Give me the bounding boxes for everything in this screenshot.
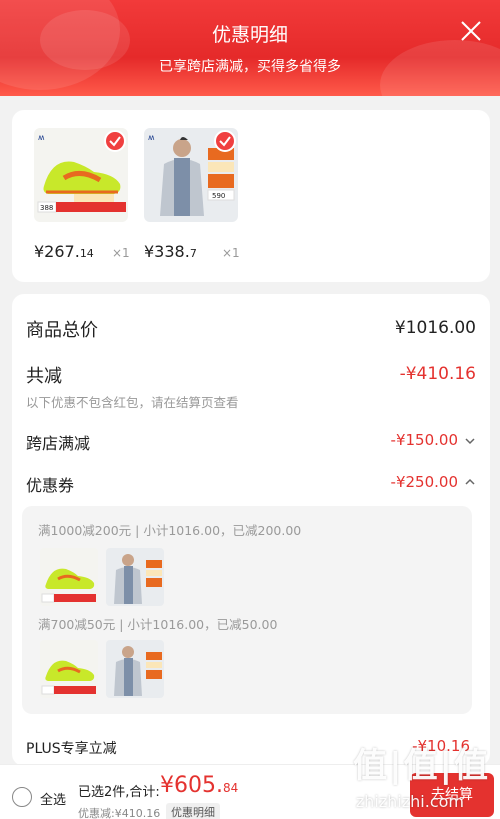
product-image-shoe[interactable]: ʍ 388 [34, 128, 128, 222]
select-all-radio[interactable] [12, 787, 32, 807]
reduce-value: -¥410.16 [399, 364, 476, 384]
product-tag: 590 [212, 192, 225, 200]
selected-check-icon[interactable] [104, 130, 126, 152]
chevron-up-icon[interactable] [464, 477, 476, 487]
coupon-rule: 满1000减200元 | 小计1016.00，已减200.00 [38, 523, 302, 538]
product-image-coat[interactable]: ʍ 590 [144, 128, 238, 222]
reduce-label: 共减 [26, 366, 62, 387]
page-subtitle: 已享跨店满减，买得多省得多 [159, 59, 341, 75]
svg-text:ʍ: ʍ [148, 133, 155, 142]
coupon-product-coat [106, 548, 164, 606]
total-label: 商品总价 [26, 320, 98, 341]
products-card: ʍ 388 ¥267.14 ×1 ʍ 590 ¥338.7 ×1 [12, 110, 490, 282]
discount-note: 以下优惠不包含红包，请在结算页查看 [26, 395, 239, 410]
cross-store-label: 跨店满减 [26, 434, 91, 453]
saved-amount: 优惠减:¥410.16 [78, 807, 161, 819]
coupon-product-shoe [40, 548, 98, 606]
product-tag: 388 [40, 204, 53, 212]
header: 优惠明细 已享跨店满减，买得多省得多 [0, 0, 500, 96]
bottom-total: ¥605.84 [160, 773, 239, 798]
watermark-url: zhizhizhi.com [355, 792, 464, 811]
coupon-product-shoe [40, 640, 98, 698]
product-qty: ×1 [112, 246, 130, 260]
select-all-label[interactable]: 全选 [40, 789, 66, 808]
product-item[interactable]: ʍ 388 [34, 128, 134, 222]
close-icon[interactable] [458, 18, 484, 44]
product-price: ¥267.14 [34, 242, 94, 261]
selected-check-icon[interactable] [214, 130, 236, 152]
coupon-product-coat [106, 640, 164, 698]
coupon-label: 优惠券 [26, 476, 75, 495]
watermark: 值|值|值 [353, 746, 490, 786]
page-title: 优惠明细 [211, 24, 288, 46]
product-qty: ×1 [222, 246, 240, 260]
product-price: ¥338.7 [144, 242, 197, 261]
svg-text:ʍ: ʍ [38, 133, 45, 142]
chevron-down-icon[interactable] [464, 436, 476, 446]
cross-store-value: -¥150.00 [390, 431, 458, 449]
coupon-rule: 满700减50元 | 小计1016.00，已减50.00 [38, 617, 278, 632]
selected-info: 已选2件,合计: [78, 785, 160, 800]
total-value: ¥1016.00 [394, 318, 476, 338]
coupon-breakdown: 满1000减200元 | 小计1016.00，已减200.00 满700减50元… [22, 506, 472, 714]
plus-label: PLUS专享立减 [26, 741, 117, 757]
detail-button[interactable]: 优惠明细 [166, 803, 220, 819]
coupon-value: -¥250.00 [390, 473, 458, 491]
product-item[interactable]: ʍ 590 [144, 128, 244, 222]
